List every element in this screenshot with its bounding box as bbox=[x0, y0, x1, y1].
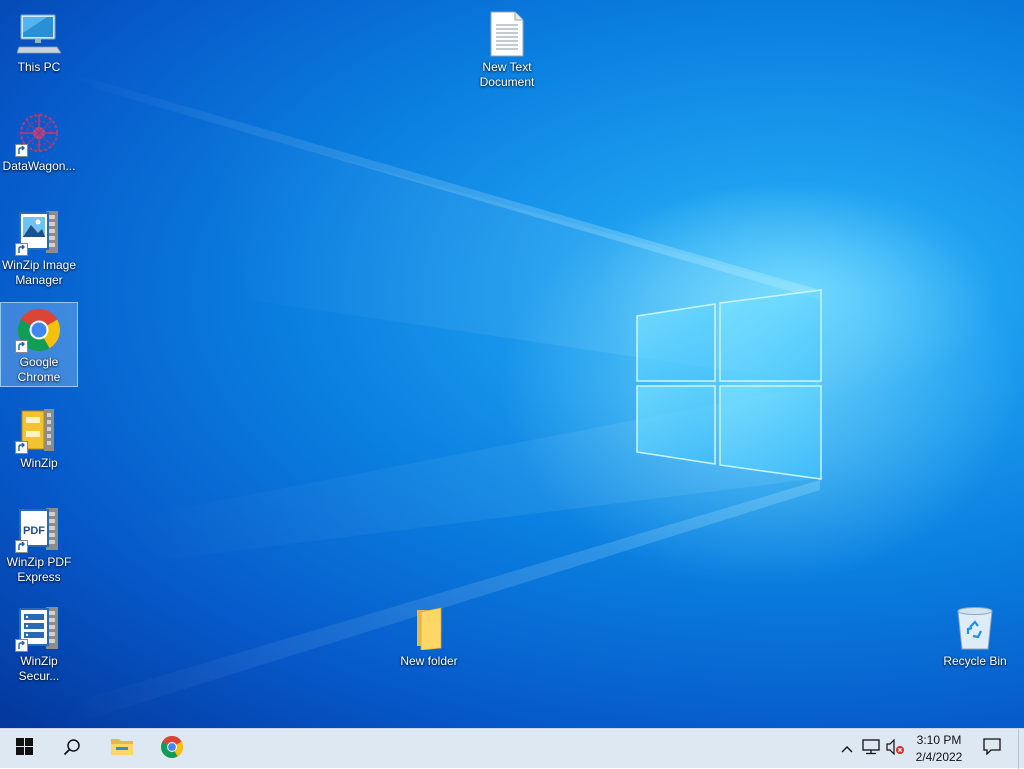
folder-icon bbox=[405, 604, 453, 652]
desktop-icon-label: WinZip Image Manager bbox=[1, 258, 77, 287]
shortcut-arrow-icon bbox=[15, 340, 28, 353]
winzip-secure-icon bbox=[15, 604, 63, 652]
desktop-icon-google-chrome[interactable]: Google Chrome bbox=[0, 302, 78, 387]
computer-icon bbox=[15, 10, 63, 58]
desktop-icon-datawagon[interactable]: DataWagon... bbox=[1, 105, 77, 177]
clock[interactable]: 3:10 PM 2/4/2022 bbox=[906, 732, 972, 766]
svg-text:PDF: PDF bbox=[23, 525, 45, 537]
desktop-icon-winzip-image-manager[interactable]: WinZip Image Manager bbox=[1, 204, 77, 291]
search-button[interactable] bbox=[48, 729, 96, 769]
shortcut-arrow-icon bbox=[15, 144, 28, 157]
desktop-icon-label: Recycle Bin bbox=[943, 654, 1007, 668]
desktop-icon-recycle-bin[interactable]: Recycle Bin bbox=[937, 600, 1013, 672]
desktop-icon-winzip-secure[interactable]: WinZip Secur... bbox=[1, 600, 77, 687]
volume-tray-button[interactable] bbox=[884, 729, 906, 769]
desktop-icon-label: WinZip Secur... bbox=[18, 654, 60, 683]
folder-icon bbox=[110, 737, 134, 762]
action-center-button[interactable] bbox=[976, 729, 1008, 769]
show-hidden-icons-button[interactable] bbox=[838, 729, 856, 769]
datawagon-icon bbox=[15, 109, 63, 157]
desktop-icon-label: New folder bbox=[400, 654, 458, 668]
file-explorer-button[interactable] bbox=[98, 729, 146, 769]
windows-logo-icon bbox=[15, 738, 33, 760]
taskbar: 3:10 PM 2/4/2022 bbox=[0, 728, 1024, 769]
chrome-icon bbox=[15, 307, 63, 353]
desktop-icon-label: DataWagon... bbox=[2, 159, 76, 173]
desktop-icon-label: WinZip bbox=[20, 456, 58, 470]
text-document-icon bbox=[483, 10, 531, 58]
show-desktop-button[interactable] bbox=[1018, 729, 1024, 769]
desktop-icon-winzip-pdf-express[interactable]: PDF WinZip PDF Express bbox=[1, 501, 77, 588]
notification-icon bbox=[983, 738, 1001, 760]
desktop-icon-label: Google Chrome bbox=[17, 355, 61, 384]
desktop-icon-new-text-document[interactable]: New Text Document bbox=[469, 6, 545, 93]
shortcut-arrow-icon bbox=[15, 540, 28, 553]
wallpaper-windows-logo bbox=[636, 289, 822, 480]
clock-date: 2/4/2022 bbox=[915, 750, 963, 764]
network-tray-button[interactable] bbox=[860, 729, 882, 769]
chrome-taskbar-button[interactable] bbox=[148, 729, 196, 769]
chevron-up-icon bbox=[841, 740, 853, 758]
winzip-icon bbox=[15, 406, 63, 454]
shortcut-arrow-icon bbox=[15, 243, 28, 256]
desktop-icon-label: WinZip PDF Express bbox=[6, 555, 72, 584]
volume-muted-icon bbox=[885, 738, 905, 760]
desktop-icon-new-folder[interactable]: New folder bbox=[391, 600, 467, 672]
recycle-bin-icon bbox=[951, 604, 999, 652]
desktop-icon-this-pc[interactable]: This PC bbox=[1, 6, 77, 78]
desktop-icon-label: This PC bbox=[17, 60, 61, 74]
start-button[interactable] bbox=[0, 729, 48, 769]
winzip-pdf-icon: PDF bbox=[15, 505, 63, 553]
chrome-icon bbox=[160, 735, 184, 764]
desktop[interactable]: This PC DataWagon... WinZip Image Manage… bbox=[0, 0, 1024, 728]
desktop-icon-label: New Text Document bbox=[479, 60, 535, 89]
wallpaper-light-beams bbox=[60, 70, 1020, 728]
winzip-image-manager-icon bbox=[15, 208, 63, 256]
network-icon bbox=[862, 738, 880, 760]
shortcut-arrow-icon bbox=[15, 441, 28, 454]
desktop-icon-winzip[interactable]: WinZip bbox=[1, 402, 77, 474]
clock-time: 3:10 PM bbox=[916, 733, 962, 747]
search-icon bbox=[63, 738, 81, 761]
shortcut-arrow-icon bbox=[15, 639, 28, 652]
